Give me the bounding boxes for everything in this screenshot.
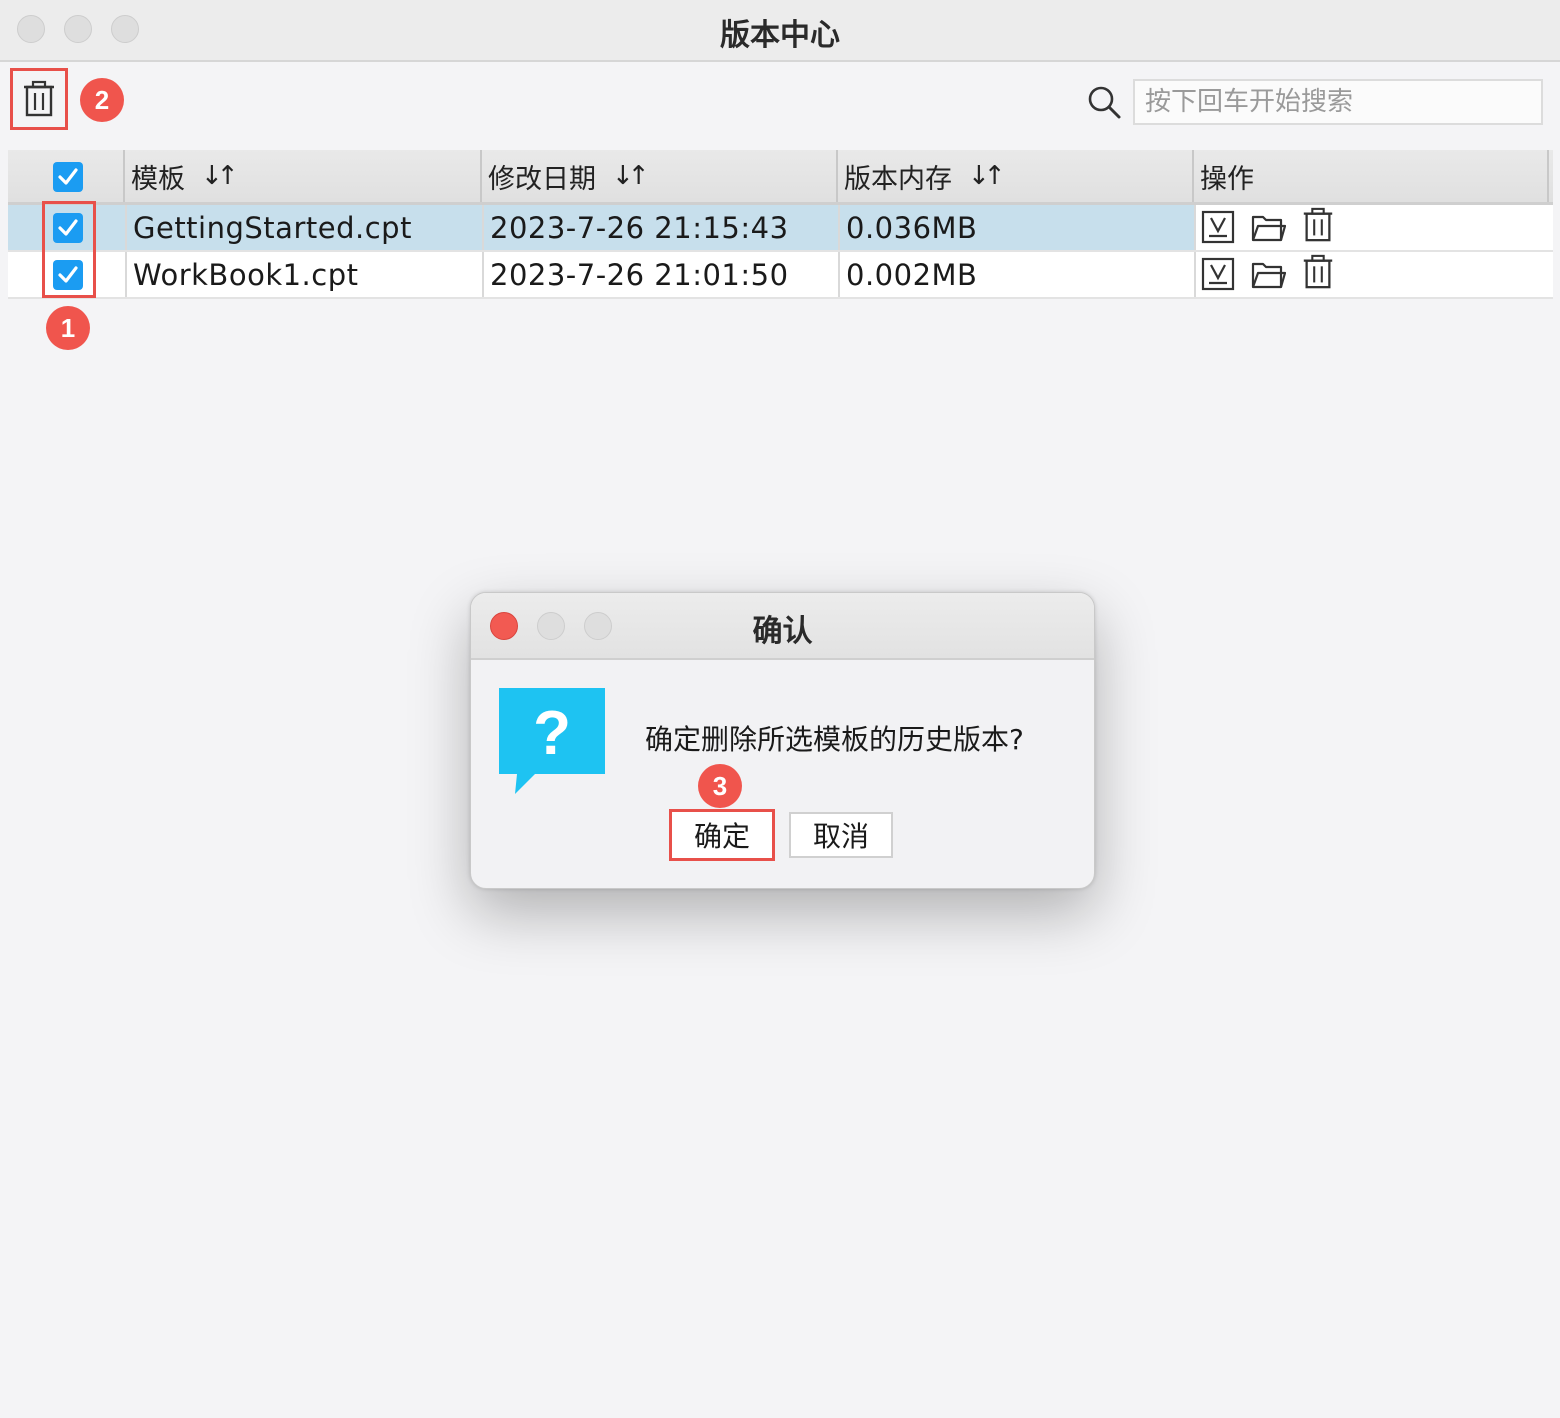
download-icon[interactable] bbox=[1200, 256, 1236, 292]
column-header-date[interactable]: 修改日期 ↓↑ bbox=[480, 150, 836, 202]
dialog-title-bar: 确认 bbox=[471, 593, 1094, 660]
date-cell: 2023-7-26 21:15:43 bbox=[482, 205, 838, 250]
trash-icon[interactable] bbox=[1300, 207, 1336, 243]
search-input[interactable] bbox=[1133, 79, 1543, 125]
template-name-cell: GettingStarted.cpt bbox=[125, 205, 482, 250]
column-label: 版本内存 bbox=[844, 163, 952, 195]
trash-icon bbox=[24, 80, 54, 117]
folder-icon[interactable] bbox=[1250, 256, 1286, 292]
window-title: 版本中心 bbox=[720, 18, 840, 53]
dialog-message: 确定删除所选模板的历史版本? bbox=[645, 723, 1024, 756]
select-all-checkbox[interactable] bbox=[53, 162, 83, 192]
table-header: 模板 ↓↑ 修改日期 ↓↑ 版本内存 ↓↑ 操作 bbox=[8, 150, 1553, 205]
svg-text:?: ? bbox=[533, 699, 571, 768]
cancel-button[interactable]: 取消 bbox=[789, 812, 893, 858]
table-row[interactable]: GettingStarted.cpt 2023-7-26 21:15:43 0.… bbox=[8, 205, 1553, 252]
search-icon[interactable] bbox=[1086, 84, 1122, 120]
version-center-window: 版本中心 2 模板 ↓↑ 修改日期 ↓↑ bbox=[0, 0, 1560, 1418]
actions-cell bbox=[1194, 205, 1553, 250]
checkmark-icon bbox=[58, 168, 78, 185]
column-label: 操作 bbox=[1200, 163, 1254, 195]
checkbox-highlight-box bbox=[42, 201, 96, 298]
size-cell: 0.002MB bbox=[838, 252, 1194, 297]
table-row[interactable]: WorkBook1.cpt 2023-7-26 21:01:50 0.002MB bbox=[8, 252, 1553, 299]
download-icon[interactable] bbox=[1200, 209, 1236, 245]
column-header-size[interactable]: 版本内存 ↓↑ bbox=[836, 150, 1192, 202]
trash-icon[interactable] bbox=[1300, 254, 1336, 290]
delete-selected-button[interactable] bbox=[10, 68, 68, 130]
dialog-title: 确认 bbox=[752, 614, 813, 649]
version-table: 模板 ↓↑ 修改日期 ↓↑ 版本内存 ↓↑ 操作 GettingStarted.… bbox=[8, 150, 1553, 300]
date-cell: 2023-7-26 21:01:50 bbox=[482, 252, 838, 297]
sort-icon[interactable]: ↓↑ bbox=[612, 161, 649, 191]
step-badge-1: 1 bbox=[46, 306, 90, 350]
column-header-template[interactable]: 模板 ↓↑ bbox=[123, 150, 480, 202]
column-label: 模板 bbox=[131, 163, 185, 195]
size-cell: 0.036MB bbox=[838, 205, 1194, 250]
title-bar: 版本中心 bbox=[0, 0, 1560, 62]
sort-icon[interactable]: ↓↑ bbox=[201, 161, 238, 191]
column-label: 修改日期 bbox=[488, 163, 596, 195]
column-header-actions: 操作 bbox=[1192, 150, 1549, 202]
step-badge-2: 2 bbox=[80, 78, 124, 122]
confirm-button[interactable]: 确定 bbox=[669, 809, 775, 861]
template-name-cell: WorkBook1.cpt bbox=[125, 252, 482, 297]
actions-cell bbox=[1194, 252, 1553, 297]
question-icon: ? bbox=[499, 688, 605, 794]
sort-icon[interactable]: ↓↑ bbox=[968, 161, 1005, 191]
folder-icon[interactable] bbox=[1250, 209, 1286, 245]
step-badge-3: 3 bbox=[698, 764, 742, 808]
confirm-dialog: 确认 ? 确定删除所选模板的历史版本? 3 确定 取消 bbox=[470, 592, 1095, 889]
